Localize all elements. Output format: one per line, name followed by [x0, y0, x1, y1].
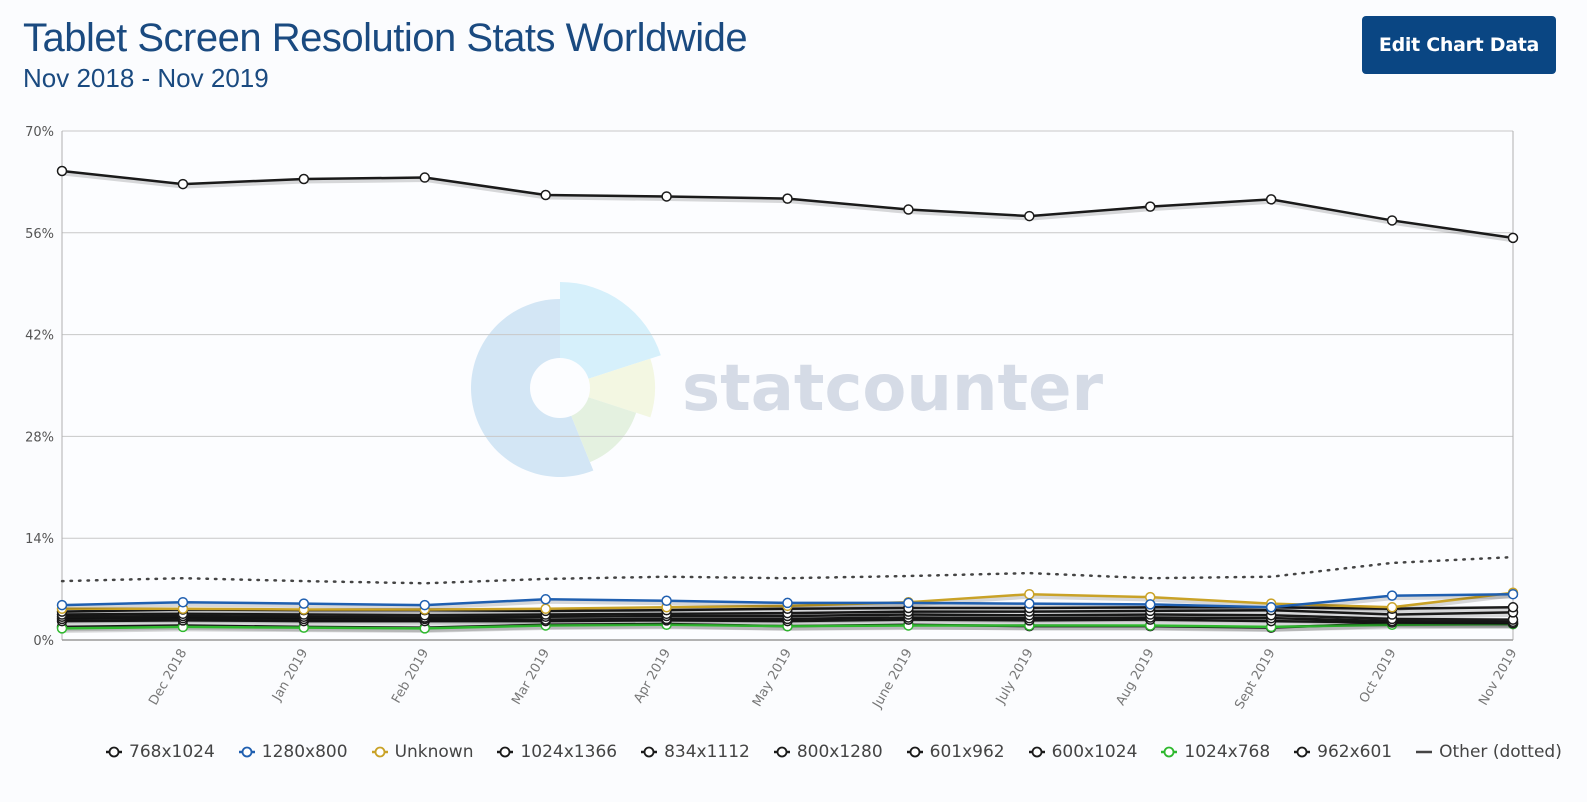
- data-point: [1145, 201, 1156, 212]
- legend-item[interactable]: 1024x768: [1159, 742, 1270, 762]
- data-point: [56, 599, 68, 611]
- circle-marker-icon: [773, 746, 790, 758]
- data-point: [782, 193, 793, 204]
- legend-label: Other (dotted): [1439, 742, 1562, 762]
- data-point: [419, 599, 430, 611]
- legend-label: 601x962: [929, 742, 1005, 762]
- legend-item[interactable]: 800x1280: [772, 742, 883, 762]
- circle-marker-icon: [497, 746, 514, 758]
- line-symbol-icon: [1416, 750, 1433, 754]
- logo-hole: [530, 358, 590, 418]
- data-point: [1024, 588, 1035, 600]
- data-point: [1507, 232, 1519, 244]
- x-tick-label: Sept 2019: [1232, 647, 1278, 712]
- circle-marker-icon: [1294, 746, 1311, 758]
- legend-item[interactable]: 834x1112: [639, 742, 750, 762]
- data-point: [903, 597, 914, 609]
- legend-label: 1280x800: [261, 742, 348, 762]
- data-point: [782, 597, 793, 609]
- y-tick-label: 42%: [25, 329, 54, 344]
- y-tick-label: 56%: [25, 227, 54, 242]
- legend-item[interactable]: 1280x800: [237, 742, 348, 762]
- legend-item[interactable]: 600x1024: [1027, 742, 1138, 762]
- legend-label: 768x1024: [129, 742, 215, 762]
- legend-item[interactable]: 1024x1366: [495, 742, 617, 762]
- y-tick-label: 0%: [33, 634, 54, 649]
- circle-marker-icon: [641, 746, 658, 758]
- x-tick-label: Feb 2019: [389, 647, 432, 707]
- legend-label: 800x1280: [796, 742, 883, 762]
- legend-label: 1024x1366: [520, 742, 618, 762]
- legend-label: Unknown: [394, 742, 474, 762]
- x-tick-label: Aug 2019: [1113, 647, 1157, 709]
- x-tick-label: July 2019: [993, 647, 1037, 708]
- legend-label: 1024x768: [1184, 742, 1271, 762]
- x-tick-label: Jan 2019: [269, 647, 311, 705]
- y-tick-label: 28%: [25, 430, 54, 445]
- y-tick-label: 14%: [25, 532, 54, 547]
- data-point: [1265, 602, 1277, 613]
- legend-label: 834x1112: [664, 742, 750, 762]
- data-point: [661, 595, 672, 606]
- x-tick-label: Apr 2019: [631, 647, 674, 706]
- data-point: [419, 172, 430, 183]
- watermark-text: statcounter: [682, 352, 1104, 426]
- legend-item[interactable]: Other (dotted): [1414, 742, 1562, 762]
- data-point: [903, 204, 914, 215]
- data-point: [1145, 599, 1156, 610]
- data-point: [1386, 602, 1398, 613]
- circle-marker-icon: [106, 746, 122, 758]
- data-point: [1265, 194, 1277, 205]
- data-point: [177, 596, 189, 608]
- data-point: [1507, 588, 1519, 600]
- data-point: [177, 178, 189, 190]
- data-point: [298, 598, 310, 609]
- data-point: [540, 189, 551, 201]
- legend-item[interactable]: Unknown: [370, 742, 474, 762]
- data-point: [1507, 602, 1519, 613]
- data-point: [540, 594, 551, 605]
- legend-item[interactable]: 768x1024: [104, 742, 215, 762]
- x-tick-label: Oct 2019: [1357, 647, 1400, 706]
- circle-marker-icon: [1161, 746, 1178, 758]
- legend-item[interactable]: 601x962: [905, 742, 1005, 762]
- y-tick-label: 70%: [25, 125, 54, 140]
- data-point: [1024, 598, 1035, 609]
- legend-label: 962x601: [1317, 742, 1393, 762]
- line-chart: statcounter 0% 14% 28% 42% 56% 70% Dec 2018 Jan …: [25, 125, 1520, 712]
- circle-marker-icon: [906, 746, 923, 758]
- x-tick-label: Dec 2018: [146, 647, 190, 709]
- x-tick-label: Nov 2019: [1476, 647, 1520, 709]
- legend-label: 600x1024: [1051, 742, 1138, 762]
- circle-marker-icon: [238, 746, 255, 758]
- data-point: [56, 165, 68, 177]
- chart-legend: 768x1024 1280x800 Unknown 1024x1366 834x1112…: [104, 740, 1584, 764]
- data-point: [298, 173, 310, 185]
- x-tick-label: May 2019: [750, 647, 795, 710]
- circle-marker-icon: [371, 746, 388, 758]
- data-point: [540, 603, 551, 614]
- data-point: [661, 191, 672, 202]
- x-tick-label: June 2019: [870, 647, 916, 712]
- x-tick-label: Mar 2019: [509, 647, 553, 708]
- data-point: [1386, 215, 1398, 226]
- circle-marker-icon: [1028, 746, 1045, 758]
- data-point: [1386, 590, 1398, 601]
- data-point: [1024, 210, 1035, 222]
- legend-item[interactable]: 962x601: [1292, 742, 1392, 762]
